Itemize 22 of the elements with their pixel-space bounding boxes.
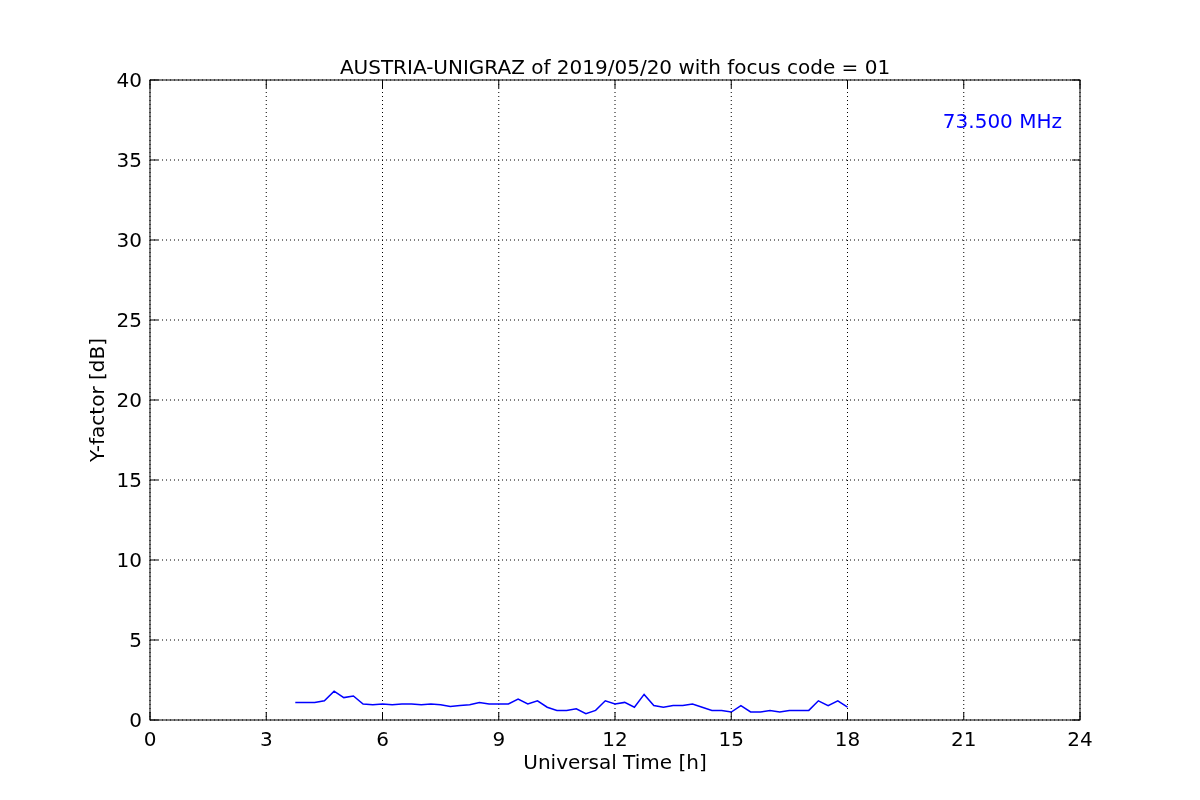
x-axis-label: Universal Time [h] — [523, 750, 707, 774]
tick-label: 20 — [116, 388, 142, 412]
tick-label: 0 — [143, 727, 157, 751]
tick-label: 15 — [116, 468, 142, 492]
tick-label: 35 — [116, 148, 142, 172]
tick-label: 15 — [718, 727, 744, 751]
tick-label: 5 — [129, 628, 142, 652]
tick-label: 10 — [116, 548, 142, 572]
tick-label: 30 — [116, 228, 142, 252]
tick-label: 3 — [259, 727, 273, 751]
y-axis-label: Y-factor [dB] — [85, 338, 109, 462]
tick-label: 24 — [1067, 727, 1093, 751]
chart-title: AUSTRIA-UNIGRAZ of 2019/05/20 with focus code = 01 — [339, 55, 891, 79]
annotation-label: 73.500 MHz — [942, 109, 1062, 133]
tick-label: 6 — [376, 727, 389, 751]
tick-label: 18 — [834, 727, 861, 751]
tick-label: 25 — [116, 308, 142, 332]
tick-label: 40 — [116, 68, 142, 92]
tick-label: 12 — [602, 727, 628, 751]
tick-label: 9 — [492, 727, 506, 751]
tick-label: 0 — [129, 708, 142, 732]
tick-label: 21 — [951, 727, 977, 751]
